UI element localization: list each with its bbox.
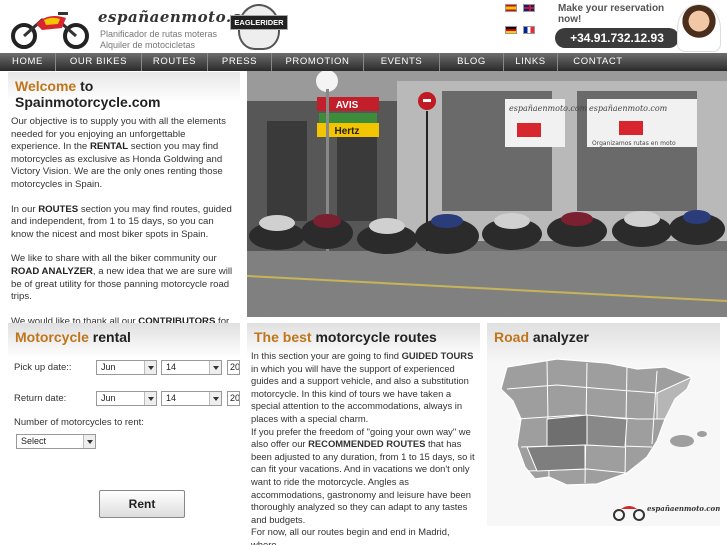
- routes-paragraph: For now, all our routes begin and end in…: [251, 526, 450, 545]
- count-label: Number of motorcycles to rent:: [14, 417, 144, 428]
- map-logo-text: españaenmoto.com: [647, 504, 720, 513]
- nav-events[interactable]: EVENTS: [364, 53, 440, 71]
- nav-our-bikes[interactable]: OUR BIKES: [56, 53, 142, 71]
- welcome-panel: Welcome to Spainmotorcycle.com Our objec…: [8, 72, 240, 352]
- welcome-title: Welcome to Spainmotorcycle.com: [15, 78, 161, 110]
- operator-avatar: [677, 4, 721, 52]
- rental-panel: Motorcycle rental Pick up date:: Jun 14 …: [8, 323, 240, 545]
- main-nav: HOME OUR BIKES ROUTES PRESS PROMOTION EV…: [0, 53, 727, 71]
- return-year-select[interactable]: 2011: [227, 391, 240, 406]
- map-logo-icon: [613, 506, 645, 521]
- chevron-down-icon: [83, 435, 95, 448]
- eaglerider-label: EAGLERIDER: [230, 15, 288, 30]
- brand-tagline: Planificador de rutas moteras: [100, 29, 218, 39]
- store-text: Organizamos rutas en moto: [592, 140, 676, 147]
- road-title: Road analyzer: [494, 329, 589, 345]
- chevron-down-icon: [209, 361, 221, 374]
- routes-paragraph: In this section your are going to find G…: [251, 350, 474, 424]
- motorcycle-logo-icon: [11, 12, 89, 49]
- welcome-paragraph: We like to share with all the biker comm…: [11, 253, 233, 303]
- chevron-down-icon: [144, 392, 156, 405]
- nav-blog[interactable]: BLOG: [440, 53, 504, 71]
- nav-home[interactable]: HOME: [0, 53, 56, 71]
- spanish-flag-icon[interactable]: [505, 4, 517, 12]
- routes-panel: The best motorcycle routes In this secti…: [247, 323, 480, 545]
- avis-sign: AVIS: [336, 100, 359, 111]
- spain-map[interactable]: españaenmoto.com: [487, 349, 720, 524]
- site-header: españaenmoto.com Planificador de rutas m…: [0, 0, 727, 54]
- nav-routes[interactable]: ROUTES: [142, 53, 208, 71]
- welcome-paragraph: In our ROUTES section you may find route…: [11, 203, 232, 240]
- phone-number[interactable]: +34.91.732.12.93: [555, 28, 679, 48]
- count-select[interactable]: Select: [16, 434, 96, 449]
- nav-contact[interactable]: CONTACT: [558, 53, 638, 71]
- nav-links[interactable]: LINKS: [504, 53, 558, 71]
- storefront-image: españaenmoto.com españaenmoto.com Organi…: [247, 71, 727, 317]
- site-logo[interactable]: españaenmoto.com Planificador de rutas m…: [8, 4, 268, 50]
- rental-title: Motorcycle rental: [15, 329, 131, 345]
- routes-body: In this section your are going to find G…: [247, 349, 480, 545]
- return-label: Return date:: [14, 393, 67, 404]
- reservation-title: Make your reservation now!: [558, 3, 665, 25]
- chevron-down-icon: [209, 392, 221, 405]
- french-flag-icon[interactable]: [523, 26, 535, 34]
- chevron-down-icon: [144, 361, 156, 374]
- german-flag-icon[interactable]: [505, 26, 517, 34]
- pickup-label: Pick up date::: [14, 362, 72, 373]
- hertz-sign: Hertz: [334, 126, 359, 137]
- brand-tagline: Alquiler de motocicletas: [100, 40, 196, 50]
- nav-promotion[interactable]: PROMOTION: [272, 53, 364, 71]
- reservation-box: Make your reservation now! +34.91.732.12…: [555, 3, 679, 48]
- nav-press[interactable]: PRESS: [208, 53, 272, 71]
- pickup-day-select[interactable]: 14: [161, 360, 222, 375]
- routes-paragraph: If you prefer the freedom of "going your…: [251, 425, 475, 525]
- store-sign-2: españaenmoto.com: [589, 104, 668, 113]
- english-flag-icon[interactable]: [523, 4, 535, 12]
- storefront-photo: españaenmoto.com españaenmoto.com Organi…: [247, 71, 727, 317]
- road-analyzer-panel: Road analyzer españaenmoto.com: [487, 323, 720, 526]
- welcome-paragraph: Our objective is to supply you with all …: [11, 116, 226, 190]
- routes-title: The best motorcycle routes: [254, 329, 437, 345]
- return-day-select[interactable]: 14: [161, 391, 222, 406]
- eaglerider-logo[interactable]: EAGLERIDER: [228, 4, 290, 50]
- pickup-year-select[interactable]: 2011: [227, 360, 240, 375]
- store-sign: españaenmoto.com: [509, 104, 588, 113]
- return-month-select[interactable]: Jun: [96, 391, 157, 406]
- pickup-month-select[interactable]: Jun: [96, 360, 157, 375]
- rent-button[interactable]: Rent: [99, 490, 185, 518]
